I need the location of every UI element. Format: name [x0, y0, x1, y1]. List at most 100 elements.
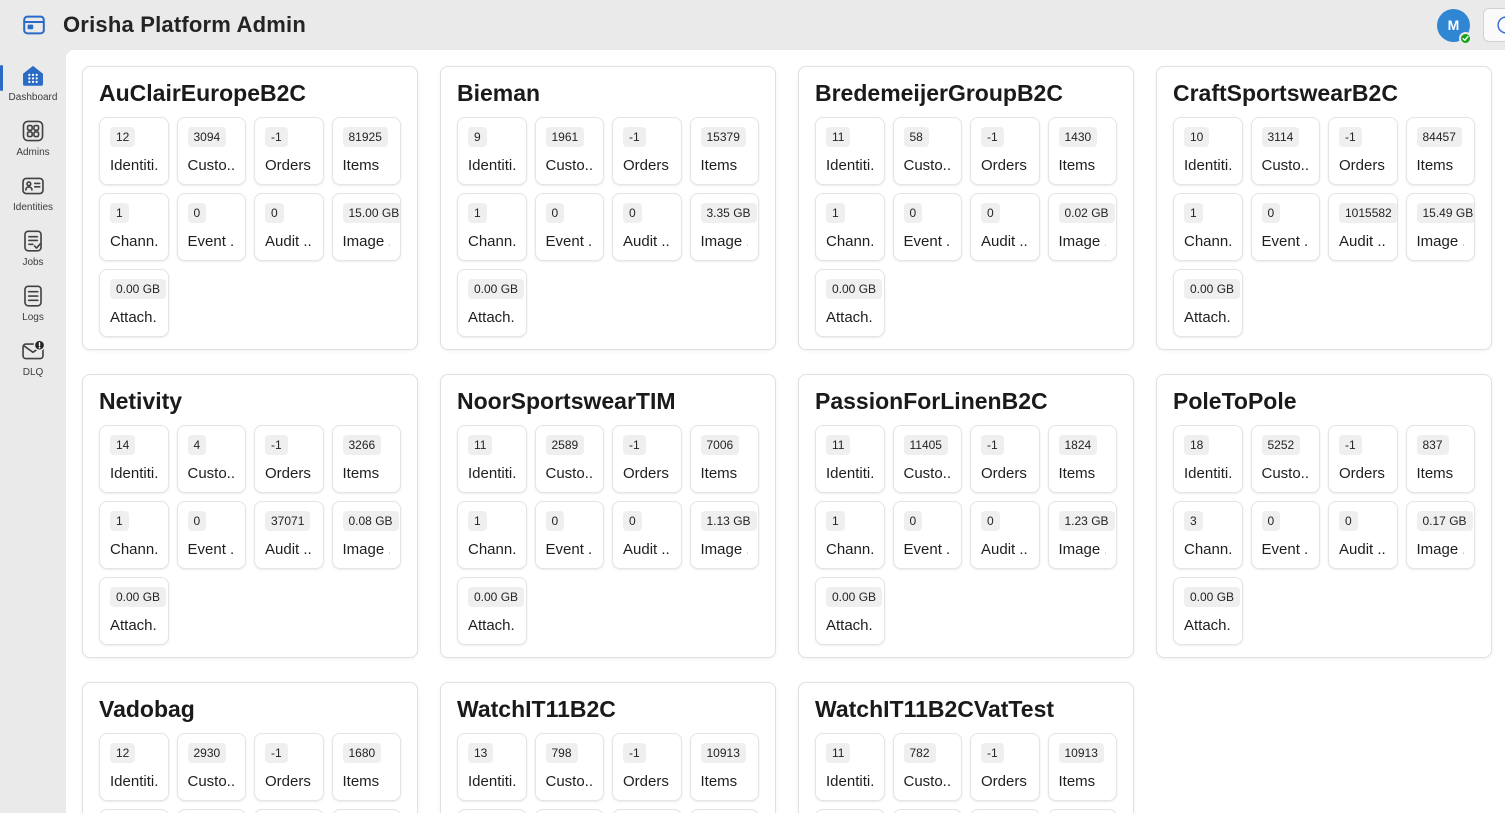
stat-tile[interactable]: 1961 Custo... — [535, 117, 605, 185]
stat-tile[interactable]: 11 Identiti... — [815, 733, 885, 801]
stat-tile-empty[interactable] — [690, 809, 760, 813]
stat-tile[interactable]: 3.35 GB Image ... — [690, 193, 760, 261]
stat-tile[interactable]: 7006 Items — [690, 425, 760, 493]
stat-tile[interactable]: 11 Identiti... — [815, 425, 885, 493]
stat-tile[interactable]: 1430 Items — [1048, 117, 1118, 185]
stat-tile[interactable]: -1 Orders — [612, 117, 682, 185]
stat-tile[interactable]: 9 Identiti... — [457, 117, 527, 185]
stat-tile[interactable]: 3 Chann... — [1173, 501, 1243, 569]
stat-tile[interactable]: 0 Event ... — [1251, 193, 1321, 261]
stat-tile[interactable]: 0 Audit ... — [970, 501, 1040, 569]
stat-tile-empty[interactable] — [815, 809, 885, 813]
stat-tile[interactable]: -1 Orders — [254, 425, 324, 493]
stat-tile[interactable]: 15.00 GB Image ... — [332, 193, 402, 261]
stat-tile[interactable]: 0 Audit ... — [254, 193, 324, 261]
stat-tile[interactable]: 2589 Custo... — [535, 425, 605, 493]
stat-tile[interactable]: 15.49 GB Image ... — [1406, 193, 1476, 261]
stat-tile-empty[interactable] — [457, 809, 527, 813]
stat-tile[interactable]: 1015582 Audit ... — [1328, 193, 1398, 261]
sidebar-item-logs[interactable]: Logs — [0, 276, 66, 331]
stat-tile[interactable]: 798 Custo... — [535, 733, 605, 801]
stat-tile[interactable]: 14 Identiti... — [99, 425, 169, 493]
stat-tile[interactable]: 0.02 GB Image ... — [1048, 193, 1118, 261]
stat-tile[interactable]: 0 Audit ... — [970, 193, 1040, 261]
stat-tile[interactable]: 0.00 GB Attach... — [1173, 577, 1243, 645]
stat-tile-empty[interactable] — [893, 809, 963, 813]
stat-tile[interactable]: 0.00 GB Attach... — [99, 269, 169, 337]
stat-tile[interactable]: 10 Identiti... — [1173, 117, 1243, 185]
stat-tile-empty[interactable] — [99, 809, 169, 813]
stat-tile[interactable]: 0 Event ... — [177, 501, 247, 569]
stat-tile[interactable]: -1 Orders — [612, 733, 682, 801]
stat-tile[interactable]: 0 Event ... — [893, 501, 963, 569]
stat-tile[interactable]: 1 Chann... — [99, 193, 169, 261]
stat-tile[interactable]: 15379 Items — [690, 117, 760, 185]
stat-tile[interactable]: 37071 Audit ... — [254, 501, 324, 569]
stat-tile[interactable]: 0.00 GB Attach... — [457, 269, 527, 337]
stat-tile-empty[interactable] — [535, 809, 605, 813]
stat-tile[interactable]: 1 Chann... — [815, 193, 885, 261]
stat-tile[interactable]: 11 Identiti... — [457, 425, 527, 493]
stat-tile[interactable]: 0.00 GB Attach... — [457, 577, 527, 645]
stat-tile-empty[interactable] — [1048, 809, 1118, 813]
stat-tile[interactable]: 1 Chann... — [99, 501, 169, 569]
stat-tile[interactable]: 13 Identiti... — [457, 733, 527, 801]
stat-tile[interactable]: 782 Custo... — [893, 733, 963, 801]
stat-tile[interactable]: 1824 Items — [1048, 425, 1118, 493]
stat-tile[interactable]: 0 Audit ... — [612, 501, 682, 569]
stat-tile[interactable]: 0 Event ... — [1251, 501, 1321, 569]
info-button[interactable] — [1483, 8, 1505, 42]
stat-tile-empty[interactable] — [612, 809, 682, 813]
stat-tile[interactable]: 837 Items — [1406, 425, 1476, 493]
stat-tile[interactable]: 1680 Items — [332, 733, 402, 801]
stat-tile[interactable]: 3094 Custo... — [177, 117, 247, 185]
stat-tile-empty[interactable] — [332, 809, 402, 813]
stat-tile[interactable]: -1 Orders — [612, 425, 682, 493]
stat-tile[interactable]: 12 Identiti... — [99, 117, 169, 185]
stat-tile[interactable]: 3114 Custo... — [1251, 117, 1321, 185]
stat-tile[interactable]: 0 Audit ... — [612, 193, 682, 261]
stat-tile[interactable]: -1 Orders — [970, 425, 1040, 493]
stat-tile[interactable]: 4 Custo... — [177, 425, 247, 493]
sidebar-item-dashboard[interactable]: Dashboard — [0, 56, 66, 111]
sidebar-item-identities[interactable]: Identities — [0, 166, 66, 221]
stat-tile[interactable]: 10913 Items — [690, 733, 760, 801]
stat-tile[interactable]: 1 Chann... — [815, 501, 885, 569]
stat-tile[interactable]: 1 Chann... — [457, 193, 527, 261]
stat-tile[interactable]: 0 Event ... — [177, 193, 247, 261]
stat-tile[interactable]: -1 Orders — [1328, 425, 1398, 493]
stat-tile[interactable]: 3266 Items — [332, 425, 402, 493]
user-avatar[interactable]: M — [1437, 9, 1470, 42]
stat-tile[interactable]: 1.23 GB Image ... — [1048, 501, 1118, 569]
stat-tile[interactable]: 84457 Items — [1406, 117, 1476, 185]
stat-tile[interactable]: 0.00 GB Attach... — [99, 577, 169, 645]
sidebar-item-admins[interactable]: Admins — [0, 111, 66, 166]
stat-tile[interactable]: 11 Identiti... — [815, 117, 885, 185]
sidebar-item-jobs[interactable]: Jobs — [0, 221, 66, 276]
stat-tile[interactable]: -1 Orders — [1328, 117, 1398, 185]
stat-tile[interactable]: 81925 Items — [332, 117, 402, 185]
stat-tile[interactable]: 0.17 GB Image ... — [1406, 501, 1476, 569]
stat-tile[interactable]: 11405 Custo... — [893, 425, 963, 493]
stat-tile[interactable]: 0 Audit ... — [1328, 501, 1398, 569]
stat-tile[interactable]: 10913 Items — [1048, 733, 1118, 801]
sidebar-item-dlq[interactable]: DLQ — [0, 331, 66, 386]
stat-tile-empty[interactable] — [254, 809, 324, 813]
stat-tile[interactable]: 2930 Custo... — [177, 733, 247, 801]
stat-tile[interactable]: 0 Event ... — [893, 193, 963, 261]
stat-tile[interactable]: 1 Chann... — [457, 501, 527, 569]
stat-tile[interactable]: 0.00 GB Attach... — [815, 577, 885, 645]
stat-tile[interactable]: 18 Identiti... — [1173, 425, 1243, 493]
stat-tile[interactable]: 1 Chann... — [1173, 193, 1243, 261]
stat-tile[interactable]: 0.00 GB Attach... — [1173, 269, 1243, 337]
stat-tile[interactable]: 5252 Custo... — [1251, 425, 1321, 493]
stat-tile-empty[interactable] — [970, 809, 1040, 813]
stat-tile[interactable]: 0.00 GB Attach... — [815, 269, 885, 337]
stat-tile[interactable]: 12 Identiti... — [99, 733, 169, 801]
stat-tile[interactable]: 1.13 GB Image ... — [690, 501, 760, 569]
stat-tile[interactable]: 0 Event ... — [535, 501, 605, 569]
stat-tile[interactable]: -1 Orders — [254, 117, 324, 185]
stat-tile-empty[interactable] — [177, 809, 247, 813]
stat-tile[interactable]: -1 Orders — [254, 733, 324, 801]
stat-tile[interactable]: -1 Orders — [970, 117, 1040, 185]
